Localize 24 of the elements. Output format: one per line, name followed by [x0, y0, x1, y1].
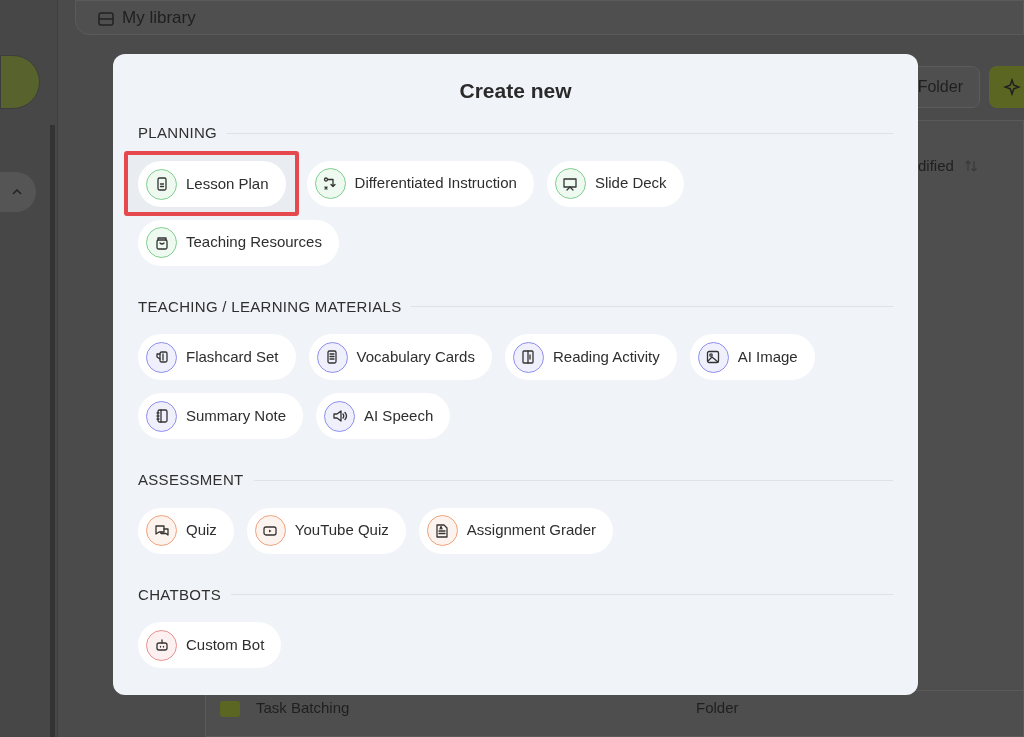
- section-heading: TEACHING / LEARNING MATERIALS: [138, 296, 402, 317]
- section-heading: ASSESSMENT: [138, 470, 244, 490]
- collapse-button[interactable]: [0, 172, 36, 212]
- tool-pill[interactable]: AI Image: [689, 334, 815, 380]
- sparkle-icon: [1003, 78, 1021, 96]
- tool-pill[interactable]: Summary Note: [138, 393, 304, 439]
- tool-pill[interactable]: Slide Deck: [546, 160, 684, 207]
- tool-pill[interactable]: Differentiated Instruction: [306, 160, 534, 207]
- library-icon: [98, 12, 114, 26]
- tool-pill[interactable]: YouTube Quiz: [246, 507, 406, 554]
- tool-pill[interactable]: Teaching Resources: [138, 219, 339, 266]
- tool-pill[interactable]: Lesson Plan: [138, 161, 286, 207]
- section-heading: CHATBOTS: [138, 584, 221, 605]
- tool-pill[interactable]: Custom Bot: [138, 622, 282, 668]
- tool-pill[interactable]: Vocabulary Cards: [308, 334, 492, 380]
- tool-pill[interactable]: Reading Activity: [504, 334, 677, 380]
- section-heading: PLANNING: [138, 123, 218, 143]
- tool-pill[interactable]: Assignment Grader: [418, 507, 614, 554]
- tool-pill[interactable]: Quiz: [138, 507, 234, 554]
- tool-pill[interactable]: Flashcard Set: [138, 334, 296, 380]
- tool-pill[interactable]: AI Speech: [316, 393, 451, 439]
- create-button[interactable]: [989, 66, 1024, 108]
- chevron-up-icon: [12, 189, 22, 195]
- dialog-title: Create new: [458, 78, 573, 104]
